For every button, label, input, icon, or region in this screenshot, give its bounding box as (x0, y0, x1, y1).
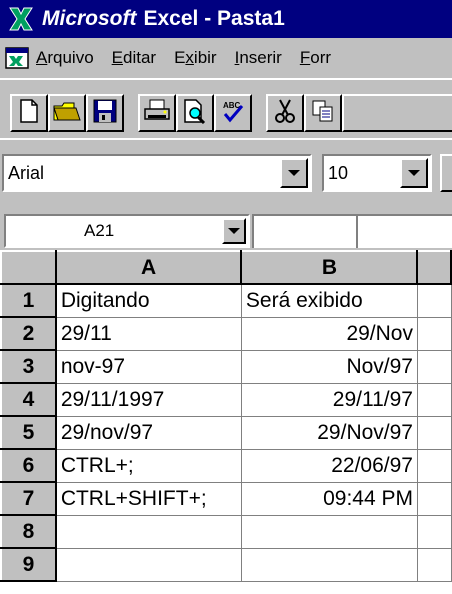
spell-check-icon: ABC (220, 98, 246, 128)
print-preview-button[interactable] (176, 94, 214, 132)
menu-editar[interactable]: Editar (112, 48, 156, 68)
cut-button[interactable] (266, 94, 304, 132)
select-all-corner[interactable] (0, 250, 57, 285)
menu-exibir[interactable]: Exibir (174, 48, 217, 68)
row-header[interactable]: 4 (0, 382, 57, 417)
formula-input[interactable] (356, 214, 452, 248)
chevron-down-icon (288, 170, 300, 176)
cell-c1[interactable] (417, 284, 452, 318)
copy-button[interactable] (304, 94, 342, 132)
cell-a4[interactable]: 29/11/1997 (55, 383, 242, 417)
print-preview-icon (182, 98, 208, 128)
font-name-combo[interactable]: Arial (2, 154, 312, 192)
save-button[interactable] (86, 94, 124, 132)
open-folder-icon (52, 98, 82, 128)
cell-b9[interactable] (241, 548, 418, 582)
cell-b6[interactable]: 22/06/97 (241, 449, 418, 483)
cell-c7[interactable] (417, 482, 452, 516)
table-row: 7 CTRL+SHIFT+; 09:44 PM (0, 481, 452, 516)
table-row: 1 Digitando Será exibido (0, 283, 452, 318)
cell-c5[interactable] (417, 416, 452, 450)
cell-b8[interactable] (241, 515, 418, 549)
table-row: 4 29/11/1997 29/11/97 (0, 382, 452, 417)
table-row: 9 (0, 547, 452, 582)
cut-icon (274, 98, 296, 128)
row-header[interactable]: 5 (0, 415, 57, 450)
open-file-button[interactable] (48, 94, 86, 132)
cell-b3[interactable]: Nov/97 (241, 350, 418, 384)
table-row: 3 nov-97 Nov/97 (0, 349, 452, 384)
cell-b1[interactable]: Será exibido (241, 284, 418, 318)
row-header[interactable]: 6 (0, 448, 57, 483)
table-row: 5 29/nov/97 29/Nov/97 (0, 415, 452, 450)
toolbar-overflow (342, 94, 452, 132)
column-header-b[interactable]: B (240, 250, 419, 285)
chevron-down-icon (228, 228, 240, 234)
formula-bar: A21 (0, 210, 452, 250)
cell-c4[interactable] (417, 383, 452, 417)
font-size-value: 10 (328, 162, 349, 183)
window-title: Excel - Pasta1 (143, 7, 285, 30)
cell-b5[interactable]: 29/Nov/97 (241, 416, 418, 450)
row-header[interactable]: 9 (0, 547, 57, 582)
menu-arquivo[interactable]: Arquivo (36, 48, 94, 68)
table-row: 8 (0, 514, 452, 549)
name-box[interactable]: A21 (4, 214, 250, 248)
toolbar-overflow-2 (440, 154, 452, 192)
cell-b4[interactable]: 29/11/97 (241, 383, 418, 417)
row-header[interactable]: 1 (0, 283, 57, 318)
standard-toolbar: ABC (0, 78, 452, 138)
excel-logo-icon (6, 4, 36, 34)
cell-a5[interactable]: 29/nov/97 (55, 416, 242, 450)
font-size-combo[interactable]: 10 (322, 154, 432, 192)
name-box-dropdown[interactable] (222, 218, 246, 244)
cell-c6[interactable] (417, 449, 452, 483)
spell-check-button[interactable]: ABC (214, 94, 252, 132)
menu-formatar[interactable]: Forr (300, 48, 331, 68)
print-icon (142, 98, 172, 128)
cell-c3[interactable] (417, 350, 452, 384)
formula-buttons-area (252, 214, 356, 248)
cell-b2[interactable]: 29/Nov (241, 317, 418, 351)
menu-bar: Arquivo Editar Exibir Inserir Forr (0, 38, 452, 78)
copy-icon (310, 98, 336, 128)
save-disk-icon (92, 98, 118, 128)
cell-c8[interactable] (417, 515, 452, 549)
cell-c2[interactable] (417, 317, 452, 351)
chevron-down-icon (408, 170, 420, 176)
cell-a6[interactable]: CTRL+; (55, 449, 242, 483)
title-bar: Microsoft Excel - Pasta1 (0, 0, 452, 38)
column-header-c[interactable] (416, 250, 452, 285)
row-header[interactable]: 7 (0, 481, 57, 516)
column-header-a[interactable]: A (54, 250, 243, 285)
cell-a8[interactable] (55, 515, 242, 549)
spreadsheet-grid: A B 1 Digitando Será exibido 2 29/11 29/… (0, 250, 452, 594)
table-row: 6 CTRL+; 22/06/97 (0, 448, 452, 483)
cell-a7[interactable]: CTRL+SHIFT+; (55, 482, 242, 516)
cell-c9[interactable] (417, 548, 452, 582)
formatting-toolbar: Arial 10 (0, 138, 452, 210)
row-header[interactable]: 8 (0, 514, 57, 549)
print-button[interactable] (138, 94, 176, 132)
new-file-button[interactable] (10, 94, 48, 132)
size-dropdown-button[interactable] (400, 158, 428, 188)
cell-b7[interactable]: 09:44 PM (241, 482, 418, 516)
menu-inserir[interactable]: Inserir (235, 48, 282, 68)
row-header[interactable]: 2 (0, 316, 57, 351)
cell-a1[interactable]: Digitando (55, 284, 242, 318)
cell-a9[interactable] (55, 548, 242, 582)
font-dropdown-button[interactable] (280, 158, 308, 188)
cell-a2[interactable]: 29/11 (55, 317, 242, 351)
cell-reference: A21 (84, 221, 115, 240)
app-brand: Microsoft (42, 7, 137, 30)
table-row: 2 29/11 29/Nov (0, 316, 452, 351)
document-control-icon[interactable] (4, 45, 30, 71)
new-file-icon (18, 98, 40, 128)
row-header[interactable]: 3 (0, 349, 57, 384)
font-name-value: Arial (8, 162, 45, 183)
sheet-table: A B 1 Digitando Será exibido 2 29/11 29/… (0, 250, 452, 582)
cell-a3[interactable]: nov-97 (55, 350, 242, 384)
